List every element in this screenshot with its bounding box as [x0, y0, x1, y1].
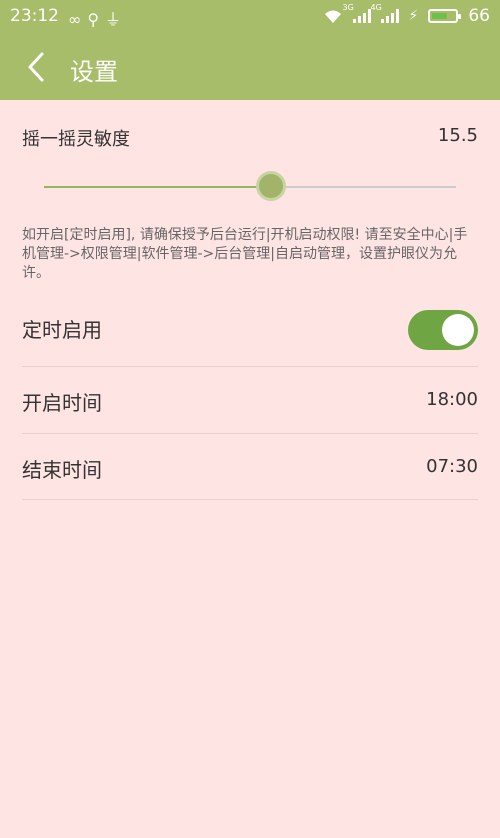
- timer-enable-toggle[interactable]: [408, 310, 478, 350]
- usb-icon: ⏚: [105, 10, 128, 29]
- toggle-knob: [442, 314, 474, 346]
- sensitivity-label: 摇一摇灵敏度: [22, 129, 130, 150]
- chevron-left-icon[interactable]: [22, 50, 56, 84]
- signal-tag: 4G: [370, 3, 382, 12]
- usb-share-icon: ⚲: [87, 10, 106, 29]
- charging-icon: ⚡: [408, 8, 419, 24]
- start-time-value: 18:00: [426, 389, 478, 410]
- start-time-row[interactable]: 开启时间 18:00: [22, 367, 478, 433]
- navigation-bar: 设置: [0, 36, 500, 96]
- signal-tag: 3G: [342, 3, 354, 12]
- battery-level: 66: [468, 6, 490, 26]
- wifi-icon: [324, 10, 341, 23]
- slider-thumb[interactable]: [255, 171, 286, 201]
- end-time-label: 结束时间: [22, 458, 102, 482]
- sensitivity-slider[interactable]: [44, 170, 456, 204]
- status-bar: 23:12 ∞⚲⏚ 3G 4G ⚡ 66: [0, 0, 500, 32]
- page-title: 设置: [70, 58, 118, 86]
- end-time-value: 07:30: [426, 456, 478, 477]
- signal-icon: 4G: [371, 3, 399, 23]
- infinity-icon: ∞: [68, 10, 88, 29]
- end-time-row[interactable]: 结束时间 07:30: [22, 434, 478, 500]
- sensitivity-row: 摇一摇灵敏度 15.5: [22, 125, 478, 155]
- timer-enable-row[interactable]: 定时启用: [22, 294, 478, 360]
- status-right-icons: 3G 4G ⚡ 66: [323, 3, 490, 26]
- slider-filled-track: [44, 186, 271, 188]
- status-time: 23:12: [10, 6, 59, 26]
- divider: [22, 499, 478, 500]
- status-left-icons: ∞⚲⏚: [68, 6, 127, 30]
- signal-icon: 3G: [343, 3, 371, 23]
- permission-notice: 如开启[定时启用], 请确保授予后台运行|开机启动权限! 请至安全中心|手机管理…: [22, 227, 468, 281]
- timer-enable-label: 定时启用: [22, 318, 102, 342]
- start-time-label: 开启时间: [22, 391, 102, 415]
- battery-icon: [428, 9, 462, 23]
- app-header: 23:12 ∞⚲⏚ 3G 4G ⚡ 66 设置: [0, 0, 500, 100]
- sensitivity-value: 15.5: [437, 125, 478, 146]
